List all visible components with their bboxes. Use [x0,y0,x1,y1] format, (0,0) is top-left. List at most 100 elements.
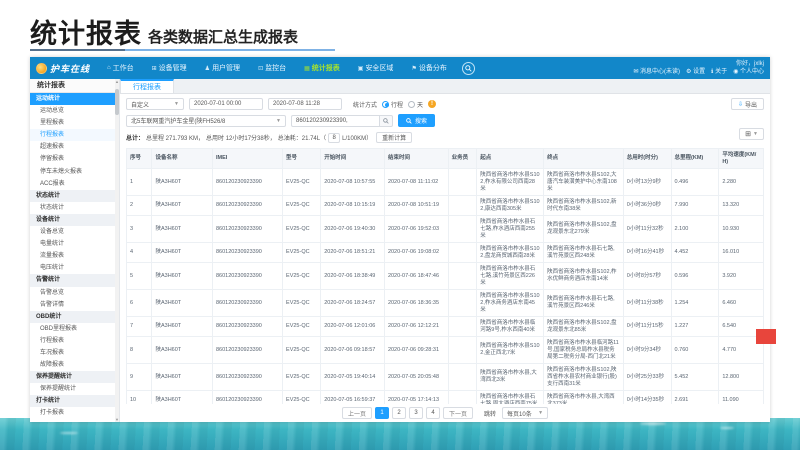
prev-page-button[interactable]: 上一页 [342,407,372,419]
sidebar-item-保养提醒统计[interactable]: 保养提醒统计 [30,371,119,383]
sidebar-item-保养提醒统计[interactable]: 保养提醒统计 [30,383,119,395]
table-row[interactable]: 5陕A3H60T860120230923390EV25-QC2020-07-06… [127,263,764,290]
export-button[interactable]: ⇩ 导出 [731,98,764,110]
nav-item-label: 统计报表 [312,63,340,73]
nav-item-label: 设备管理 [159,63,187,73]
sidebar-item-超速报表[interactable]: 超速报表 [30,141,119,153]
radio-day[interactable]: 天 [408,100,423,109]
table-cell: 陕西省商洛市柞水县石七路,溪竹苑景区西248米 [544,243,624,263]
page-button-1[interactable]: 1 [375,407,389,419]
sidebar-item-行程报表[interactable]: 行程报表 [30,129,119,141]
sidebar-item-状态统计[interactable]: 状态统计 [30,202,119,214]
page-button-3[interactable]: 3 [409,407,423,419]
fuel-rate-input[interactable]: 8 [328,133,340,143]
table-cell: 陕A3H60T [152,290,213,317]
main-panel: 行程报表 自定义 ▼ 2020-07-01 00:00 2020-07-08 1… [120,79,770,422]
table-cell: 860120230923390 [212,216,282,243]
table-row[interactable]: 8陕A3H60T860120230923390EV25-QC2020-07-06… [127,337,764,364]
date-to-input[interactable]: 2020-07-08 11:28 [268,98,342,110]
radio-unselected-icon [408,101,415,108]
search-button[interactable]: 搜索 [398,114,435,127]
top-link-设置[interactable]: ⚙ 设置 [686,68,705,76]
imei-search-addon[interactable] [379,115,393,127]
recalculate-button[interactable]: 重新计算 [376,132,412,143]
date-range-select[interactable]: 自定义 ▼ [126,98,184,110]
sidebar-item-状态统计[interactable]: 状态统计 [30,190,119,202]
sidebar-item-设备总览[interactable]: 设备总览 [30,226,119,238]
sidebar-item-停车未熄火报表[interactable]: 停车未熄火报表 [30,166,119,178]
sidebar-scrollbar[interactable]: ▲ ▼ [115,79,119,422]
nav-item-安全区域[interactable]: ▣安全区域 [349,57,403,79]
table-cell: EV25-QC [283,364,321,391]
sidebar-item-OBD统计[interactable]: OBD统计 [30,311,119,323]
sidebar-item-行程报表[interactable]: 行程报表 [30,335,119,347]
page-button-2[interactable]: 2 [392,407,406,419]
sidebar-item-停留报表[interactable]: 停留报表 [30,153,119,165]
top-link-关于[interactable]: ℹ 关于 [711,68,727,76]
table-row[interactable]: 3陕A3H60T860120230923390EV25-QC2020-07-06… [127,216,764,243]
sidebar-item-里程报表[interactable]: 里程报表 [30,117,119,129]
brand-logo-icon [36,63,47,74]
top-link-个人中心[interactable]: ◉ 个人中心 [733,68,764,76]
table-row[interactable]: 4陕A3H60T860120230923390EV25-QC2020-07-06… [127,243,764,263]
sidebar-item-车况报表[interactable]: 车况报表 [30,347,119,359]
table-cell: 1.227 [671,317,719,337]
top-link-label: 个人中心 [740,69,764,75]
sidebar-item-打卡统计[interactable]: 打卡统计 [30,395,119,407]
sidebar-item-打卡报表[interactable]: 打卡报表 [30,407,119,419]
nav-item-设备管理[interactable]: ⊞设备管理 [143,57,196,79]
sidebar-title: 统计报表 [30,79,119,93]
page-size-select[interactable]: 每页10条 ▼ [502,407,548,419]
radio-trip[interactable]: 行程 [382,100,403,109]
table-cell: 860120230923390 [212,364,282,391]
tab-trip-report[interactable]: 行程报表 [120,79,174,93]
sidebar-item-流量报表[interactable]: 流量报表 [30,250,119,262]
nav-item-label: 用户管理 [212,63,240,73]
sidebar-item-告警统计[interactable]: 告警统计 [30,274,119,286]
chevron-down-icon: ▼ [272,118,281,124]
page-button-4[interactable]: 4 [426,407,440,419]
table-cell [448,263,477,290]
help-icon[interactable]: ! [428,100,436,108]
table-row[interactable]: 6陕A3H60T860120230923390EV25-QC2020-07-06… [127,290,764,317]
scroll-up-icon[interactable]: ▲ [115,79,119,84]
table-cell: 陕西省商洛市柞水县石七路,溪竹苑景区西246米 [544,290,624,317]
nav-item-统计报表[interactable]: ▦统计报表 [295,57,349,79]
sidebar-item-设备统计[interactable]: 设备统计 [30,214,119,226]
sidebar-item-故障报表[interactable]: 故障报表 [30,359,119,371]
nav-item-设备分布[interactable]: ⚑设备分布 [402,57,455,79]
scrollbar-thumb[interactable] [115,89,119,115]
nav-item-用户管理[interactable]: ♟用户管理 [196,57,249,79]
scroll-down-icon[interactable]: ▼ [115,417,119,422]
date-from-input[interactable]: 2020-07-01 00:00 [189,98,263,110]
brand[interactable]: 护车在线 [30,62,98,75]
device-select[interactable]: 北5车联网重汽护车金星(陕FH526/8 ▼ [126,115,286,127]
top-link-消息中心(未读)[interactable]: ✉ 消息中心(未读) [633,68,680,76]
sidebar-item-运动总览[interactable]: 运动总览 [30,105,119,117]
table-cell: 2020-07-05 19:40:14 [321,364,385,391]
sidebar-item-告警详情[interactable]: 告警详情 [30,299,119,311]
table-row[interactable]: 7陕A3H60T860120230923390EV25-QC2020-07-06… [127,317,764,337]
nav-item-工作台[interactable]: ⌂工作台 [98,57,143,79]
table-cell: 2020-07-06 19:40:30 [321,216,385,243]
column-settings-button[interactable]: ⊞ ▼ [739,128,764,140]
sidebar-item-电压统计[interactable]: 电压统计 [30,262,119,274]
sidebar-item-OBD里程报表[interactable]: OBD里程报表 [30,323,119,335]
table-cell: 陕西省商洛市柞水县临河路9号,柞水西南40米 [477,317,544,337]
sidebar-item-ACC报表[interactable]: ACC报表 [30,178,119,190]
imei-input[interactable]: 860120230923390, [291,115,379,127]
page-title: 统计报表 [30,12,142,51]
table-cell [448,243,477,263]
table-cell: EV25-QC [283,290,321,317]
nav-item-监控台[interactable]: ⊡监控台 [249,57,295,79]
table-row[interactable]: 1陕A3H60T860120230923390EV25-QC2020-07-08… [127,169,764,196]
table-row[interactable]: 2陕A3H60T860120230923390EV25-QC2020-07-08… [127,196,764,216]
nav-search-button[interactable] [462,62,475,75]
table-cell: 860120230923390 [212,196,282,216]
next-page-button[interactable]: 下一页 [443,407,473,419]
table-row[interactable]: 9陕A3H60T860120230923390EV25-QC2020-07-05… [127,364,764,391]
sidebar-item-电量统计[interactable]: 电量统计 [30,238,119,250]
sidebar-item-告警总览[interactable]: 告警总览 [30,287,119,299]
sidebar-item-运动统计[interactable]: 运动统计 [30,93,119,105]
table-row[interactable]: 10陕A3H60T860120230923390EV25-QC2020-07-0… [127,391,764,405]
